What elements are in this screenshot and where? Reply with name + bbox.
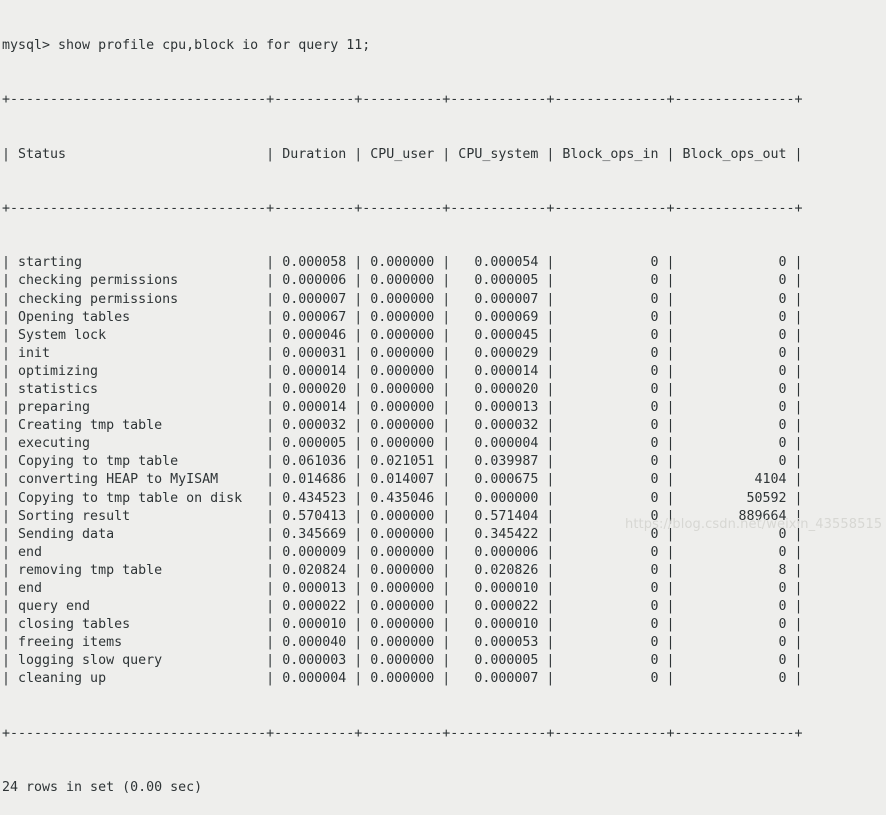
table-row: | removing tmp table | 0.020824 | 0.0000… (2, 562, 803, 578)
table-row: | checking permissions | 0.000007 | 0.00… (2, 291, 803, 307)
table-row: | converting HEAP to MyISAM | 0.014686 |… (2, 472, 803, 488)
mysql-prompt-line: mysql> show profile cpu,block io for que… (2, 38, 371, 54)
table-row: | System lock | 0.000046 | 0.000000 | 0.… (2, 327, 803, 343)
table-row: | cleaning up | 0.000004 | 0.000000 | 0.… (2, 671, 803, 687)
table-row: | Sending data | 0.345669 | 0.000000 | 0… (2, 526, 803, 542)
table-border-header: +--------------------------------+------… (2, 201, 803, 217)
table-row: | checking permissions | 0.000006 | 0.00… (2, 273, 803, 289)
terminal-output: mysql> show profile cpu,block io for que… (0, 0, 886, 795)
table-row: | logging slow query | 0.000003 | 0.0000… (2, 653, 803, 669)
table-row: | Copying to tmp table on disk | 0.43452… (2, 490, 803, 506)
table-row: | Creating tmp table | 0.000032 | 0.0000… (2, 418, 803, 434)
table-row: | optimizing | 0.000014 | 0.000000 | 0.0… (2, 363, 803, 379)
table-row: | query end | 0.000022 | 0.000000 | 0.00… (2, 599, 803, 615)
table-header-row: | Status | Duration | CPU_user | CPU_sys… (2, 146, 803, 162)
table-row: | statistics | 0.000020 | 0.000000 | 0.0… (2, 381, 803, 397)
table-row: | executing | 0.000005 | 0.000000 | 0.00… (2, 436, 803, 452)
table-row: | freeing items | 0.000040 | 0.000000 | … (2, 635, 803, 651)
table-row: | Sorting result | 0.570413 | 0.000000 |… (2, 508, 803, 524)
table-row: | end | 0.000009 | 0.000000 | 0.000006 |… (2, 544, 803, 560)
table-row: | closing tables | 0.000010 | 0.000000 |… (2, 617, 803, 633)
result-summary: 24 rows in set (0.00 sec) (2, 780, 203, 796)
table-row: | init | 0.000031 | 0.000000 | 0.000029 … (2, 345, 803, 361)
table-row: | end | 0.000013 | 0.000000 | 0.000010 |… (2, 581, 803, 596)
table-border-bottom: +--------------------------------+------… (2, 725, 803, 741)
table-row: | Opening tables | 0.000067 | 0.000000 |… (2, 309, 803, 325)
table-row: | starting | 0.000058 | 0.000000 | 0.000… (2, 255, 803, 271)
table-row: | preparing | 0.000014 | 0.000000 | 0.00… (2, 400, 803, 416)
table-row: | Copying to tmp table | 0.061036 | 0.02… (2, 454, 803, 470)
table-border-top: +--------------------------------+------… (2, 92, 803, 108)
table-body: | starting | 0.000058 | 0.000000 | 0.000… (2, 254, 886, 688)
